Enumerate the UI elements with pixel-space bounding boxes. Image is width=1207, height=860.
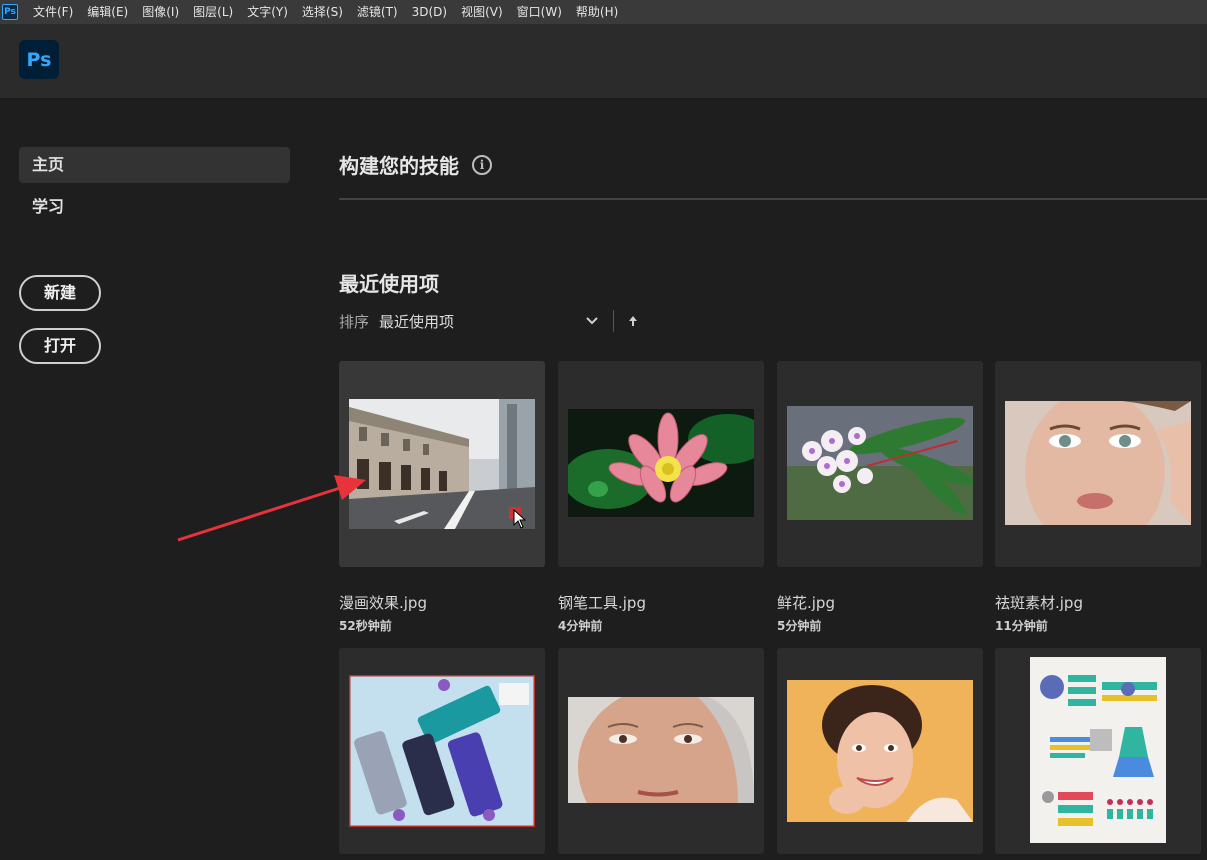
file-thumbnail-woman-face (1005, 401, 1191, 525)
menu-filter[interactable]: 滤镜(T) (350, 0, 405, 24)
recent-file-card[interactable] (558, 648, 764, 854)
menu-type[interactable]: 文字(Y) (240, 0, 295, 24)
new-button[interactable]: 新建 (19, 275, 101, 311)
sort-label: 排序 (339, 312, 370, 331)
section-divider (339, 198, 1207, 200)
recent-file-card[interactable] (558, 361, 764, 567)
skills-section-title: 构建您的技能 i (339, 150, 492, 179)
sort-dropdown[interactable]: 最近使用项 (379, 311, 585, 332)
file-thumbnail-street (349, 399, 535, 529)
recent-section-title: 最近使用项 (339, 272, 439, 296)
skills-title-text: 构建您的技能 (339, 154, 459, 178)
info-icon[interactable]: i (472, 154, 492, 175)
file-thumbnail-flowers (787, 406, 973, 520)
sort-control: 排序 最近使用项 (339, 310, 640, 332)
menu-select[interactable]: 选择(S) (295, 0, 350, 24)
sort-separator (613, 310, 615, 332)
recent-file-card[interactable] (777, 361, 983, 567)
cursor-pointer-icon (513, 508, 527, 533)
menu-edit[interactable]: 编辑(E) (80, 0, 135, 24)
menu-view[interactable]: 视图(V) (454, 0, 510, 24)
recent-file-card[interactable] (339, 361, 545, 567)
file-thumbnail-smiling-woman (787, 680, 973, 822)
nav-item-learn[interactable]: 学习 (19, 189, 290, 225)
menu-image[interactable]: 图像(I) (135, 0, 186, 24)
menu-layer[interactable]: 图层(L) (186, 0, 240, 24)
file-time: 5分钟前 (777, 619, 822, 633)
photoshop-app-icon[interactable]: Ps (2, 4, 18, 20)
file-thumbnail-elderly-face (568, 697, 754, 803)
recent-file-card[interactable] (995, 648, 1201, 854)
file-thumbnail-infographic (1030, 657, 1166, 843)
file-thumbnail-phones (349, 675, 535, 827)
nav-item-home[interactable]: 主页 (19, 147, 290, 183)
home-header: Ps (0, 25, 1207, 99)
menu-bar: Ps 文件(F) 编辑(E) 图像(I) 图层(L) 文字(Y) 选择(S) 滤… (0, 0, 1207, 25)
menu-help[interactable]: 帮助(H) (569, 0, 625, 24)
file-name[interactable]: 钢笔工具.jpg (558, 592, 646, 613)
file-time: 11分钟前 (995, 619, 1048, 633)
file-name[interactable]: 鲜花.jpg (777, 592, 835, 613)
chevron-down-icon[interactable] (585, 314, 599, 328)
recent-file-card[interactable] (777, 648, 983, 854)
menu-window[interactable]: 窗口(W) (510, 0, 569, 24)
sort-direction-arrow-up-icon[interactable] (626, 314, 640, 328)
file-name[interactable]: 祛斑素材.jpg (995, 592, 1083, 613)
file-time: 52秒钟前 (339, 619, 392, 633)
recent-file-card[interactable] (339, 648, 545, 854)
photoshop-logo: Ps (19, 40, 59, 79)
menu-3d[interactable]: 3D(D) (405, 0, 454, 24)
file-time: 4分钟前 (558, 619, 603, 633)
file-name[interactable]: 漫画效果.jpg (339, 592, 427, 613)
menu-file[interactable]: 文件(F) (26, 0, 80, 24)
recent-file-card[interactable] (995, 361, 1201, 567)
open-button[interactable]: 打开 (19, 328, 101, 364)
file-thumbnail-lotus (568, 409, 754, 517)
